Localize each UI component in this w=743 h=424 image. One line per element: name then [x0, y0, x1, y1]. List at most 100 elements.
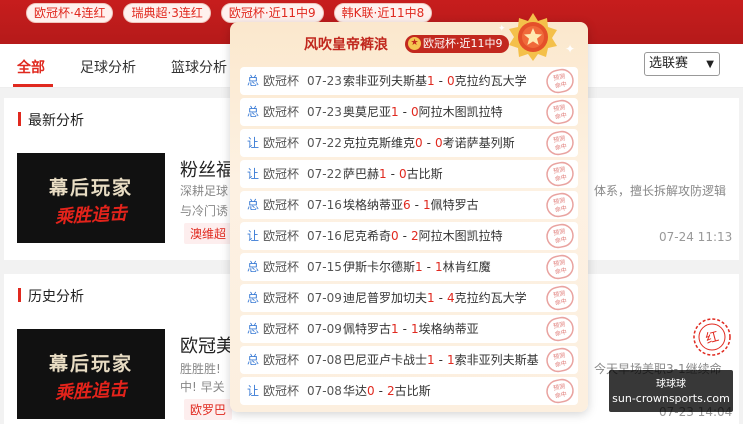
home-score: 1	[427, 74, 435, 88]
score-separator: -	[438, 74, 443, 88]
article-desc: 胜胜胜!	[180, 362, 221, 376]
match-row[interactable]: 总欧冠杯 07-08 巴尼亚卢卡战士1-1索非亚列夫斯基 预测 命中	[240, 346, 578, 374]
score-separator: -	[402, 229, 407, 243]
home-team: 华达	[343, 384, 368, 398]
site-watermark-box[interactable]: 球球球 sun-crownsports.com	[609, 370, 733, 412]
match-league: 欧冠杯	[263, 260, 300, 274]
match-row[interactable]: 让欧冠杯 07-16 尼克希奇0-2阿拉木图凯拉特 预测 命中	[240, 222, 578, 250]
popup-badge-label: 欧冠杯·近11中9	[423, 37, 503, 50]
match-league: 欧冠杯	[263, 384, 300, 398]
article-thumbnail[interactable]: 幕后玩家 乘胜追击	[17, 153, 165, 243]
article-desc: 中! 早关	[180, 380, 225, 394]
match-date: 07-08	[307, 353, 342, 367]
away-score: 1	[423, 198, 431, 212]
hit-stamp-icon: 预测命中	[546, 68, 574, 94]
match-teams: 索非亚列夫斯基1-0克拉约瓦大学	[343, 67, 527, 95]
score-separator: -	[426, 136, 431, 150]
bet-type-label: 让	[247, 384, 260, 398]
match-teams: 巴尼亚卢卡战士1-1索非亚列夫斯基	[343, 346, 539, 374]
article-title[interactable]: 粉丝福	[180, 156, 234, 182]
hit-stamp-icon: 预测命中	[546, 130, 574, 156]
match-date: 07-16	[307, 198, 342, 212]
hit-stamp-icon: 预测命中	[546, 378, 574, 404]
match-row[interactable]: 让欧冠杯 07-22 克拉克斯维克0-0考诺萨基列斯 预测 命中	[240, 129, 578, 157]
hit-stamp-icon: 预测命中	[546, 285, 574, 311]
article-desc: 深耕足球	[180, 184, 229, 198]
away-team: 阿拉木图凯拉特	[418, 229, 503, 243]
league-select[interactable]: 选联赛 ▼	[644, 52, 720, 76]
match-row[interactable]: 让欧冠杯 07-08 华达0-2古比斯 预测 命中	[240, 377, 578, 405]
article-thumbnail[interactable]: 幕后玩家 乘胜追击	[17, 329, 165, 419]
chevron-down-icon: ▼	[706, 59, 714, 70]
match-row[interactable]: 让欧冠杯 07-22 萨巴赫1-0古比斯 预测 命中	[240, 160, 578, 188]
home-score: 1	[391, 322, 399, 336]
away-team: 克拉约瓦大学	[454, 74, 527, 88]
active-tab-indicator	[13, 84, 53, 87]
match-list: 总欧冠杯 07-23 索非亚列夫斯基1-0克拉约瓦大学 预测 命中总欧冠杯 07-23 奥莫…	[240, 67, 578, 408]
home-team: 奥莫尼亚	[343, 105, 392, 119]
top-tag[interactable]: 瑞典超·3连红	[123, 3, 211, 23]
article-title[interactable]: 欧冠美	[180, 332, 234, 358]
top-tag-list: 欧冠杯·4连红 瑞典超·3连红 欧冠杯·近11中9 韩K联·近11中8	[26, 3, 433, 23]
bet-type-label: 总	[247, 74, 260, 88]
svg-text:红: 红	[704, 329, 721, 348]
red-seal-stamp: 红	[693, 318, 731, 356]
home-team: 索非亚列夫斯基	[343, 74, 428, 88]
top-tag[interactable]: 欧冠杯·4连红	[26, 3, 114, 23]
home-score: 0	[415, 136, 423, 150]
hit-stamp-icon: 预测命中	[546, 254, 574, 280]
match-league: 欧冠杯	[263, 229, 300, 243]
away-score: 0	[435, 136, 443, 150]
hit-stamp-icon: 预测命中	[546, 192, 574, 218]
away-score: 1	[435, 260, 443, 274]
top-tag[interactable]: 韩K联·近11中8	[333, 3, 433, 23]
tab-basketball[interactable]: 篮球分析	[171, 57, 227, 77]
away-team: 古比斯	[394, 384, 431, 398]
away-team: 考诺萨基列斯	[442, 136, 515, 150]
section-title: 最新分析	[18, 110, 84, 130]
thumbnail-line1: 幕后玩家	[48, 177, 133, 199]
watermark-line1: 球球球	[656, 379, 686, 390]
match-date: 07-08	[307, 384, 342, 398]
match-teams: 华达0-2古比斯	[343, 377, 431, 405]
match-row[interactable]: 总欧冠杯 07-15 伊斯卡尔德斯1-1林肯红魔 预测 命中	[240, 253, 578, 281]
tab-all[interactable]: 全部	[17, 57, 45, 77]
match-teams: 奥莫尼亚1-0阿拉木图凯拉特	[343, 98, 503, 126]
match-date: 07-22	[307, 136, 342, 150]
bet-type-label: 总	[247, 260, 260, 274]
watermark-url: sun-crownsports.com	[612, 392, 730, 405]
hit-stamp-icon: 预测命中	[546, 316, 574, 342]
match-row[interactable]: 总欧冠杯 07-16 埃格纳蒂亚6-1佩特罗古 预测 命中	[240, 191, 578, 219]
score-separator: -	[438, 353, 443, 367]
medal-icon	[509, 13, 557, 61]
match-row[interactable]: 总欧冠杯 07-09 佩特罗古1-1埃格纳蒂亚 预测 命中	[240, 315, 578, 343]
match-teams: 埃格纳蒂亚6-1佩特罗古	[343, 191, 479, 219]
match-date: 07-16	[307, 229, 342, 243]
article-desc: 与冷门诱	[180, 204, 229, 218]
home-team: 伊斯卡尔德斯	[343, 260, 416, 274]
home-team: 萨巴赫	[343, 167, 380, 181]
hit-stamp-icon: 预测命中	[546, 99, 574, 125]
section-title: 历史分析	[18, 286, 84, 306]
away-team: 克拉约瓦大学	[454, 291, 527, 305]
match-league: 欧冠杯	[263, 198, 300, 212]
hit-stamp-icon: 预测命中	[546, 347, 574, 373]
match-date: 07-15	[307, 260, 342, 274]
tab-football[interactable]: 足球分析	[80, 57, 136, 77]
article-desc: 体系，擅长拆解攻防逻辑	[594, 184, 727, 198]
bet-type-label: 总	[247, 353, 260, 367]
hit-stamp-icon: 预测命中	[546, 223, 574, 249]
match-row[interactable]: 总欧冠杯 07-23 奥莫尼亚1-0阿拉木图凯拉特 预测 命中	[240, 98, 578, 126]
match-teams: 克拉克斯维克0-0考诺萨基列斯	[343, 129, 515, 157]
match-league: 欧冠杯	[263, 167, 300, 181]
away-score: 4	[447, 291, 455, 305]
match-row[interactable]: 总欧冠杯 07-23 索非亚列夫斯基1-0克拉约瓦大学 预测 命中	[240, 67, 578, 95]
bet-type-label: 总	[247, 291, 260, 305]
expert-record-popup: 风吹皇帝裤浪 ★ 欧冠杯·近11中9 ✦ ✦ 总欧冠杯 07-23 索非亚列夫斯基1…	[230, 13, 588, 412]
league-select-value: 选联赛	[649, 56, 689, 71]
home-score: 1	[427, 353, 435, 367]
top-tag[interactable]: 欧冠杯·近11中9	[220, 3, 324, 23]
match-league: 欧冠杯	[263, 136, 300, 150]
match-row[interactable]: 总欧冠杯 07-09 迪尼普罗加切夫1-4克拉约瓦大学 预测 命中	[240, 284, 578, 312]
score-separator: -	[390, 167, 395, 181]
